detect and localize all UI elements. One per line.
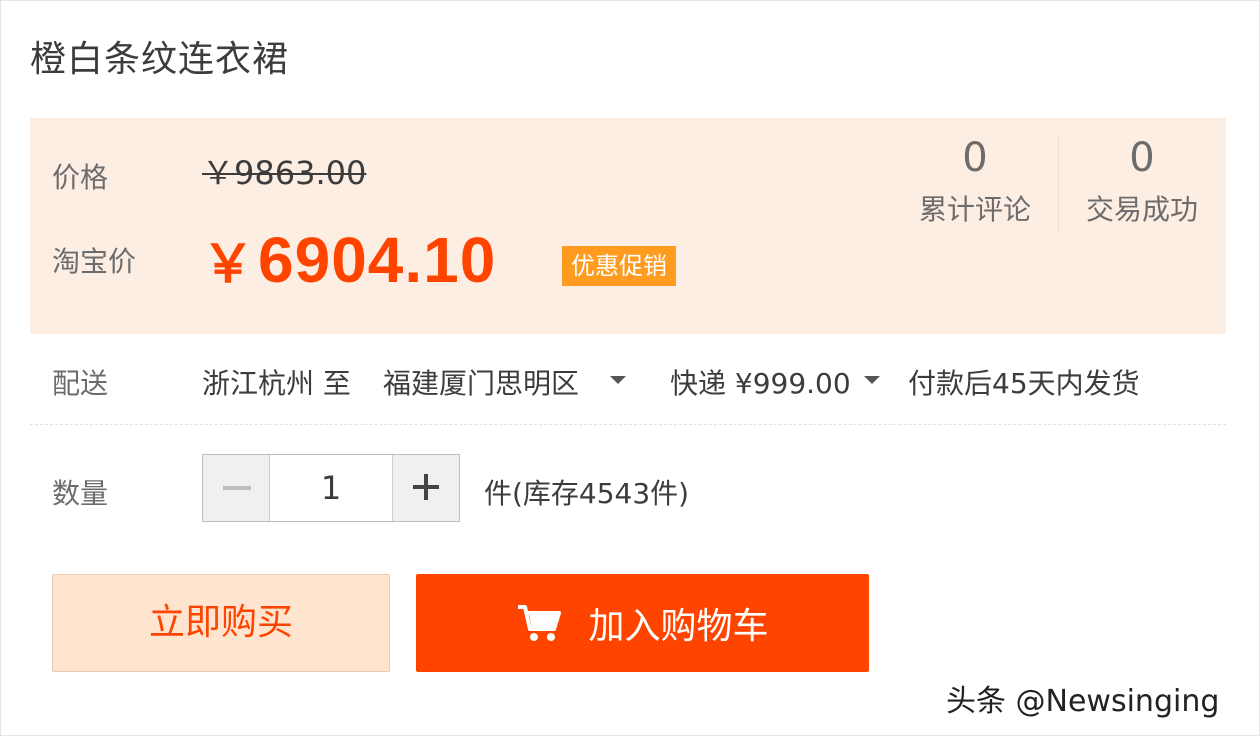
add-to-cart-label: 加入购物车 bbox=[588, 606, 769, 647]
price-panel: 价格 ￥9863.00 淘宝价 ￥6904.10 优惠促销 0 累计评论 0 交… bbox=[30, 118, 1226, 334]
promo-price-value: 6904.10 bbox=[258, 224, 497, 296]
minus-icon bbox=[223, 486, 251, 490]
method-caret-down-icon[interactable] bbox=[864, 376, 880, 384]
stats-divider bbox=[1058, 134, 1059, 234]
deals-label: 交易成功 bbox=[1085, 193, 1198, 226]
increase-quantity-button[interactable] bbox=[392, 455, 459, 521]
promo-badge: 优惠促销 bbox=[562, 246, 676, 286]
deals-count: 0 bbox=[1129, 135, 1155, 181]
price-label: 价格 bbox=[52, 161, 109, 194]
reviews-stat[interactable]: 0 累计评论 bbox=[895, 136, 1055, 228]
quantity-input[interactable] bbox=[270, 455, 392, 521]
divider bbox=[30, 424, 1226, 425]
shipping-label: 配送 bbox=[52, 367, 109, 400]
reviews-label: 累计评论 bbox=[918, 193, 1031, 226]
currency-symbol: ￥ bbox=[202, 236, 255, 294]
product-title: 橙白条纹连衣裙 bbox=[30, 39, 290, 80]
add-to-cart-button[interactable]: 加入购物车 bbox=[416, 574, 869, 672]
shipping-origin: 浙江杭州 至 bbox=[202, 367, 351, 400]
deals-stat[interactable]: 0 交易成功 bbox=[1062, 136, 1222, 228]
shipping-method-select[interactable]: 快递 ¥999.00 bbox=[670, 362, 851, 402]
buy-now-button[interactable]: 立即购买 bbox=[52, 574, 390, 672]
original-price: ￥9863.00 bbox=[202, 154, 367, 192]
watermark: 头条 @Newsinging bbox=[946, 684, 1220, 719]
shopping-cart-icon bbox=[518, 605, 562, 641]
taobao-price-label: 淘宝价 bbox=[52, 245, 137, 278]
taobao-price: ￥6904.10 bbox=[202, 222, 496, 297]
quantity-stepper bbox=[202, 454, 460, 522]
reviews-count: 0 bbox=[962, 135, 988, 181]
decrease-quantity-button[interactable] bbox=[203, 455, 270, 521]
destination-select[interactable]: 福建厦门思明区 bbox=[383, 362, 579, 402]
delivery-note: 付款后45天内发货 bbox=[908, 367, 1140, 400]
stock-info: 件(库存4543件) bbox=[484, 477, 690, 510]
quantity-label: 数量 bbox=[52, 477, 109, 510]
destination-caret-down-icon[interactable] bbox=[610, 376, 626, 384]
